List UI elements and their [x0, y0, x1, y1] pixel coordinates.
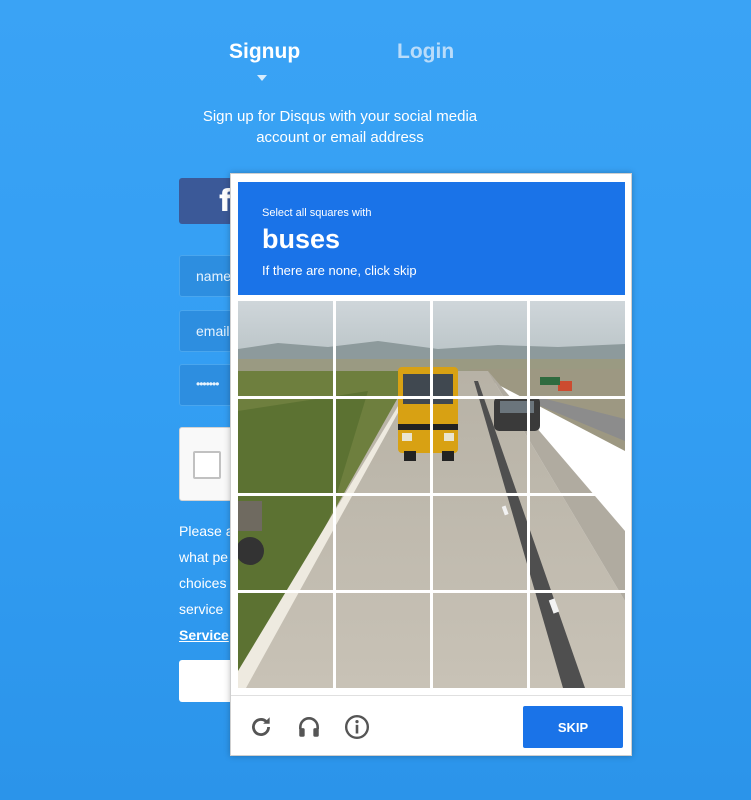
captcha-tile[interactable]	[433, 301, 527, 396]
captcha-tile[interactable]	[238, 496, 333, 590]
name-placeholder: name	[196, 268, 232, 284]
policy-line: Please a	[179, 523, 234, 539]
policy-line: service	[179, 601, 224, 617]
subtitle-line-1: Sign up for Disqus with your social medi…	[202, 108, 478, 125]
reload-icon[interactable]	[248, 714, 274, 740]
recaptcha-checkbox[interactable]	[193, 451, 221, 479]
captcha-tile[interactable]	[530, 399, 625, 493]
captcha-tile[interactable]	[336, 399, 430, 493]
captcha-tile[interactable]	[433, 496, 527, 590]
captcha-instruction: Select all squares with	[262, 207, 372, 219]
captcha-tile[interactable]	[433, 399, 527, 493]
captcha-tile[interactable]	[530, 593, 625, 688]
captcha-tile[interactable]	[530, 496, 625, 590]
captcha-tile[interactable]	[238, 593, 333, 688]
captcha-tile[interactable]	[238, 301, 333, 396]
skip-button[interactable]: SKIP	[523, 706, 623, 748]
subtitle-line-2: account or email address	[256, 129, 424, 146]
captcha-tile[interactable]	[336, 593, 430, 688]
captcha-tile[interactable]	[336, 496, 430, 590]
password-value: •••••••	[196, 377, 219, 391]
captcha-image-grid	[238, 301, 625, 688]
captcha-hint: If there are none, click skip	[262, 263, 417, 278]
active-tab-caret	[257, 75, 267, 81]
policy-text: Please a what pe choices service Service	[179, 518, 234, 648]
audio-icon[interactable]	[296, 714, 322, 740]
email-placeholder: email	[196, 323, 230, 339]
captcha-tile[interactable]	[530, 301, 625, 396]
tab-login[interactable]: Login	[397, 40, 454, 64]
captcha-challenge-dialog: Select all squares with buses If there a…	[230, 173, 632, 756]
info-icon[interactable]	[344, 714, 370, 740]
captcha-tile[interactable]	[336, 301, 430, 396]
signup-subtitle: Sign up for Disqus with your social medi…	[175, 106, 505, 148]
auth-tabs: Signup Login	[0, 40, 751, 90]
captcha-target-word: buses	[262, 224, 341, 254]
policy-line: choices	[179, 575, 227, 591]
captcha-footer: SKIP	[231, 695, 631, 756]
captcha-instructions-header: Select all squares with buses If there a…	[238, 182, 625, 295]
terms-of-service-link[interactable]: Service	[179, 622, 234, 648]
captcha-tile[interactable]	[238, 399, 333, 493]
tab-signup[interactable]: Signup	[229, 40, 300, 64]
policy-line: what pe	[179, 549, 229, 565]
captcha-tile[interactable]	[433, 593, 527, 688]
